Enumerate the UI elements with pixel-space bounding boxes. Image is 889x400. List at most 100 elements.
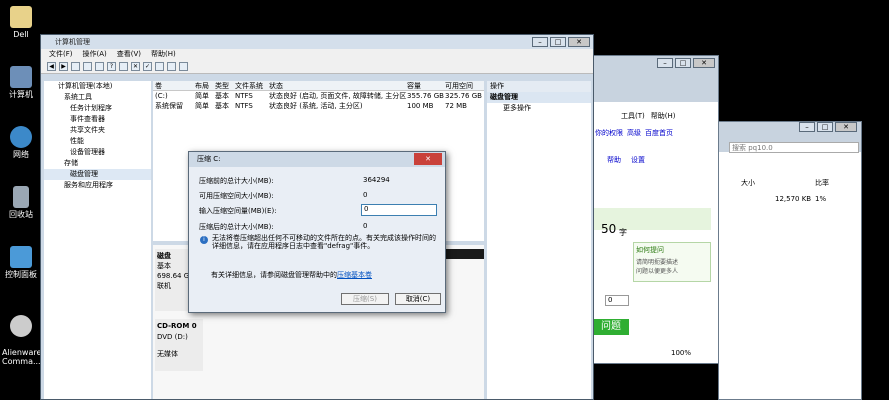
forward-icon[interactable]: ▶ [59, 62, 68, 71]
shrink-volume-dialog[interactable]: 压缩 C: ✕ 压缩前的总计大小(MB): 364294 可用压缩空间大小(MB… [188, 151, 446, 313]
tree-item-shared-folders[interactable]: 共享文件夹 [44, 125, 151, 136]
actions-section-disk-management[interactable]: 磁盘管理 [487, 92, 591, 103]
menu-help[interactable]: 帮助(H) [151, 49, 176, 60]
dialog-close-button[interactable]: ✕ [414, 153, 442, 165]
minimize-button[interactable]: – [799, 122, 815, 132]
open-folder-icon[interactable] [155, 62, 164, 71]
background-window-explorer[interactable]: – □ ✕ 搜索 pq10.0 大小 比率 12,570 KB 1% [718, 121, 862, 400]
cdrom-info[interactable]: CD-ROM 0 DVD (D:) 无媒体 [155, 319, 203, 371]
cell-free-space: 72 MB [445, 102, 467, 110]
window-titlebar: 计算机管理 [41, 35, 593, 49]
permission-link[interactable]: 你的权限 [595, 128, 623, 138]
tree-item-system-tools[interactable]: 系统工具 [44, 92, 151, 103]
alien-head-icon [10, 315, 32, 337]
tree-item-disk-management[interactable]: 磁盘管理 [44, 169, 151, 180]
maximize-button[interactable]: □ [675, 58, 691, 68]
minimize-button[interactable]: – [657, 58, 673, 68]
search-input[interactable]: 搜索 pq10.0 [729, 142, 859, 153]
dialog-titlebar: 压缩 C: [189, 152, 445, 167]
actions-pane: 操作 磁盘管理 更多操作 [487, 81, 591, 399]
settings-link[interactable]: 设置 [631, 155, 645, 165]
tree-item-task-scheduler[interactable]: 任务计划程序 [44, 103, 151, 114]
table-row[interactable]: (C:) 简单 基本 NTFS 状态良好 (启动, 页面文件, 故障转储, 主分… [153, 91, 484, 101]
minimize-button[interactable]: – [532, 37, 548, 47]
close-button[interactable]: ✕ [693, 58, 715, 68]
cell-layout: 简单 [195, 92, 209, 100]
delete-icon[interactable]: ✕ [131, 62, 140, 71]
volume-table-header: 卷 布局 类型 文件系统 状态 容量 可用空间 [153, 81, 484, 91]
tree-item-device-manager[interactable]: 设备管理器 [44, 147, 151, 158]
table-row[interactable]: 系统保留 简单 基本 NTFS 状态良好 (系统, 活动, 主分区) 100 M… [153, 101, 484, 111]
col-capacity[interactable]: 容量 [407, 81, 445, 90]
col-status[interactable]: 状态 [269, 81, 407, 90]
alienware-desktop-icon[interactable]: Alienware Comma... [2, 306, 41, 366]
menu-action[interactable]: 操作(A) [83, 49, 107, 60]
col-volume[interactable]: 卷 [153, 81, 195, 90]
desktop-icon-label: 计算机 [9, 90, 33, 99]
zoom-level[interactable]: 100% [671, 349, 691, 357]
cancel-button[interactable]: 取消(C) [395, 293, 441, 305]
cell-layout: 简单 [195, 102, 209, 110]
shrink-basic-volume-link[interactable]: 压缩基本卷 [337, 271, 372, 279]
field-label-total-before: 压缩前的总计大小(MB): [199, 177, 274, 185]
tree-item-event-viewer[interactable]: 事件查看器 [44, 114, 151, 125]
disk-icon[interactable] [179, 62, 188, 71]
maximize-button[interactable]: □ [817, 122, 833, 132]
col-layout[interactable]: 布局 [195, 81, 215, 90]
desktop-icon-label: 网络 [13, 150, 29, 159]
dell-desktop-icon[interactable]: Dell [2, 6, 40, 39]
desktop-icon-label: Dell [13, 30, 29, 39]
field-value-available: 0 [363, 191, 368, 199]
close-button[interactable]: ✕ [568, 37, 590, 47]
up-folder-icon[interactable] [71, 62, 80, 71]
help-icon[interactable]: ? [107, 62, 116, 71]
more-actions-item[interactable]: 更多操作 [487, 103, 591, 114]
computer-desktop-icon[interactable]: 计算机 [2, 66, 40, 99]
list-view-icon[interactable] [119, 62, 128, 71]
col-free-space[interactable]: 可用空间 [445, 81, 483, 90]
baidu-home-link[interactable]: 百度首页 [645, 128, 673, 138]
help-menu[interactable]: 帮助(H) [651, 111, 676, 121]
submit-question-button[interactable]: 问题 [593, 319, 629, 335]
char-count: 50 [601, 222, 617, 236]
shrink-button[interactable]: 压缩(S) [341, 293, 389, 305]
column-header-ratio[interactable]: 比率 [815, 178, 829, 188]
cell-type: 基本 [215, 92, 229, 100]
quantity-select[interactable]: 0 [605, 295, 629, 306]
network-desktop-icon[interactable]: 网络 [2, 126, 40, 159]
check-icon[interactable]: ✓ [143, 62, 152, 71]
cell-filesystem: NTFS [235, 92, 253, 100]
column-header-size[interactable]: 大小 [741, 178, 755, 188]
field-value-total-before: 364294 [363, 176, 390, 184]
menu-file[interactable]: 文件(F) [49, 49, 73, 60]
control-panel-desktop-icon[interactable]: 控制面板 [2, 246, 40, 279]
shrink-amount-input[interactable]: 0 [361, 204, 437, 216]
recycle-bin-desktop-icon[interactable]: 回收站 [2, 186, 40, 219]
file-ratio-value: 1% [815, 195, 827, 203]
computer-icon [10, 66, 32, 88]
maximize-button[interactable]: □ [550, 37, 566, 47]
tree-item-performance[interactable]: 性能 [44, 136, 151, 147]
window-caption-buttons: – □ ✕ [799, 122, 857, 132]
tree-item-computer-management[interactable]: 计算机管理(本地) [44, 81, 151, 92]
field-label-available: 可用压缩空间大小(MB): [199, 192, 274, 200]
cell-volume: (C:) [155, 92, 168, 100]
cdrom-type: DVD (D:) [157, 333, 188, 341]
tools-menu[interactable]: 工具(T) [621, 111, 645, 121]
console-tree: 计算机管理(本地) 系统工具 任务计划程序 事件查看器 共享文件夹 性能 设备管… [44, 81, 151, 399]
col-filesystem[interactable]: 文件系统 [235, 81, 269, 90]
advanced-link[interactable]: 高级 [627, 128, 641, 138]
field-value-total-after: 0 [363, 222, 368, 230]
tip-box: 如何提问 请简明扼要描述 问题以便更多人 [633, 242, 711, 282]
menu-view[interactable]: 查看(V) [117, 49, 141, 60]
tree-item-services-apps[interactable]: 服务和应用程序 [44, 180, 151, 191]
properties-icon[interactable] [95, 62, 104, 71]
tree-item-storage[interactable]: 存储 [44, 158, 151, 169]
close-button[interactable]: ✕ [835, 122, 857, 132]
show-tree-icon[interactable] [83, 62, 92, 71]
back-icon[interactable]: ◀ [47, 62, 56, 71]
search-icon[interactable] [167, 62, 176, 71]
help-link[interactable]: 帮助 [607, 155, 621, 165]
col-type[interactable]: 类型 [215, 81, 235, 90]
background-window-browser[interactable]: – □ ✕ 工具(T) 帮助(H) 你的权限 高级 百度首页 帮助 设置 50 … [592, 55, 719, 364]
